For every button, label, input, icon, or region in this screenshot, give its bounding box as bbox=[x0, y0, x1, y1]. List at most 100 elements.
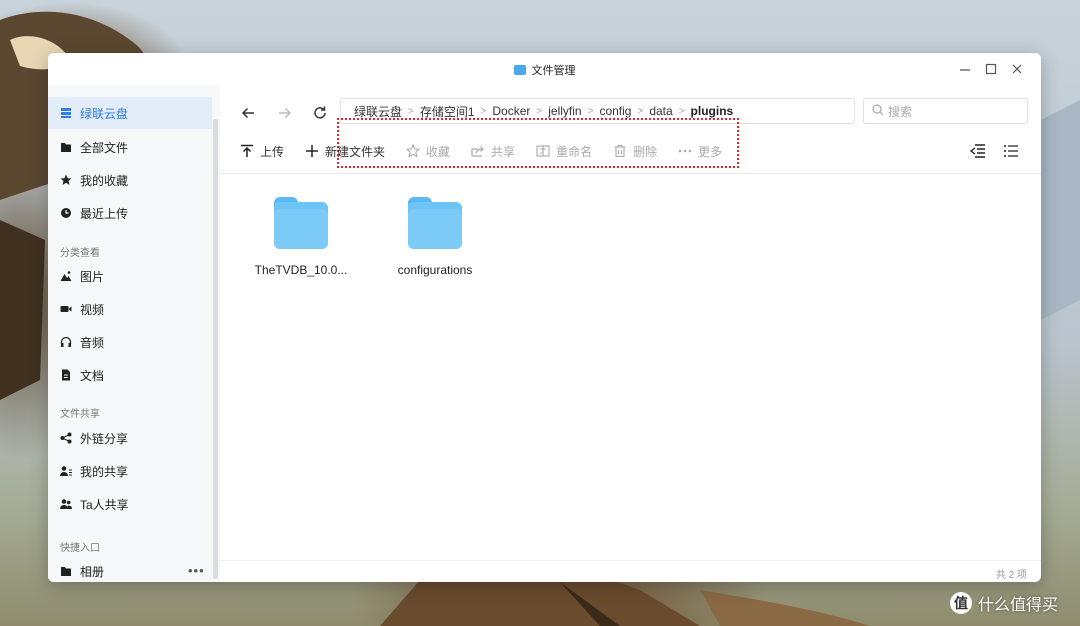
folder-item[interactable]: TheTVDB_10.0... bbox=[246, 197, 356, 277]
sidebar-item-label: 我的收藏 bbox=[80, 173, 129, 188]
title-bar: 文件管理 bbox=[48, 53, 1041, 85]
document-icon bbox=[60, 369, 72, 381]
star-outline-icon bbox=[406, 144, 421, 158]
delete-button[interactable]: 删除 bbox=[613, 143, 657, 160]
delete-label: 删除 bbox=[633, 144, 658, 159]
sort-icon bbox=[970, 144, 985, 158]
sidebar-item-album[interactable]: 相册 bbox=[48, 555, 212, 582]
headphones-icon bbox=[60, 336, 72, 348]
watermark: 值 什么值得买 bbox=[950, 591, 1058, 615]
breadcrumb-item[interactable]: Docker bbox=[492, 104, 530, 118]
share-icon bbox=[60, 432, 72, 444]
list-view-button[interactable] bbox=[1001, 141, 1021, 161]
sidebar-item-label: 绿联云盘 bbox=[80, 106, 129, 121]
favorite-button[interactable]: 收藏 bbox=[406, 143, 450, 160]
sidebar-item-label: 外链分享 bbox=[80, 431, 129, 446]
share-outline-icon bbox=[471, 144, 485, 158]
chevron-right-icon: > bbox=[587, 105, 594, 117]
sidebar-item-link-share[interactable]: 外链分享 bbox=[48, 422, 212, 454]
status-bar: 共 2 项 bbox=[220, 560, 1041, 582]
sidebar-item-label: 音频 bbox=[80, 335, 105, 350]
sidebar-item-label: 最近上传 bbox=[80, 206, 129, 221]
search-placeholder: 搜索 bbox=[888, 104, 913, 119]
image-icon bbox=[60, 270, 72, 282]
sort-button[interactable] bbox=[968, 141, 988, 161]
rename-icon bbox=[536, 144, 550, 158]
sidebar-item-label: Ta人共享 bbox=[80, 497, 129, 512]
share-label: 共享 bbox=[491, 144, 516, 159]
window-title: 文件管理 bbox=[48, 62, 1041, 78]
sidebar-item-cloud-disk[interactable]: 绿联云盘 bbox=[48, 97, 212, 129]
sidebar-item-favorites[interactable]: 我的收藏 bbox=[48, 164, 212, 196]
folder-app-icon bbox=[513, 65, 526, 75]
list-icon bbox=[1004, 145, 1018, 157]
more-button[interactable]: 更多 bbox=[678, 143, 722, 160]
clock-icon bbox=[60, 207, 72, 219]
star-icon bbox=[60, 174, 72, 186]
window-title-text: 文件管理 bbox=[531, 65, 576, 77]
section-category-heading: 分类查看 bbox=[60, 248, 100, 259]
breadcrumb-item[interactable]: jellyfin bbox=[548, 104, 581, 118]
breadcrumb-current[interactable]: plugins bbox=[691, 104, 734, 118]
sidebar-item-label: 图片 bbox=[80, 269, 105, 284]
upload-icon bbox=[240, 144, 254, 158]
section-share-heading: 文件共享 bbox=[60, 409, 100, 420]
maximize-icon bbox=[985, 63, 997, 75]
sidebar-item-others-share[interactable]: Ta人共享 bbox=[48, 488, 212, 520]
new-folder-button[interactable]: 新建文件夹 bbox=[305, 143, 385, 160]
cloud-disk-icon bbox=[60, 107, 72, 119]
sidebar-scrollbar[interactable] bbox=[213, 119, 218, 579]
arrow-right-icon bbox=[279, 107, 292, 119]
forward-button[interactable] bbox=[274, 102, 296, 124]
sidebar-item-label: 我的共享 bbox=[80, 464, 129, 479]
chevron-right-icon: > bbox=[637, 105, 644, 117]
arrow-left-icon bbox=[241, 107, 254, 119]
share-button[interactable]: 共享 bbox=[471, 143, 515, 160]
close-icon bbox=[1012, 64, 1022, 74]
new-folder-label: 新建文件夹 bbox=[325, 144, 386, 159]
refresh-button[interactable] bbox=[309, 102, 331, 124]
folder-icon bbox=[408, 197, 462, 251]
upload-button[interactable]: 上传 bbox=[240, 143, 284, 160]
chevron-right-icon: > bbox=[536, 105, 543, 117]
favorite-label: 收藏 bbox=[426, 144, 451, 159]
toolbar: 上传 新建文件夹 收藏 共享 重命名 删除 更多 bbox=[240, 141, 743, 161]
plus-icon bbox=[305, 144, 319, 158]
breadcrumb-item[interactable]: data bbox=[649, 104, 672, 118]
sidebar-item-audio[interactable]: 音频 bbox=[48, 326, 212, 358]
item-count: 共 2 项 bbox=[995, 570, 1027, 581]
rename-button[interactable]: 重命名 bbox=[536, 143, 592, 160]
sidebar-item-label: 文档 bbox=[80, 368, 105, 383]
folder-name: TheTVDB_10.0... bbox=[254, 263, 348, 277]
folder-name: configurations bbox=[397, 263, 473, 277]
sidebar-item-images[interactable]: 图片 bbox=[48, 260, 212, 292]
sidebar-item-all-files[interactable]: 全部文件 bbox=[48, 131, 212, 163]
search-input[interactable]: 搜索 bbox=[863, 98, 1028, 124]
breadcrumb-item[interactable]: 绿联云盘 bbox=[354, 103, 402, 120]
more-label: 更多 bbox=[698, 144, 723, 159]
folder-icon bbox=[60, 141, 72, 153]
maximize-button[interactable] bbox=[980, 59, 1002, 79]
search-icon bbox=[872, 103, 884, 119]
users-icon bbox=[60, 498, 72, 510]
sidebar-item-documents[interactable]: 文档 bbox=[48, 359, 212, 391]
close-button[interactable] bbox=[1006, 59, 1028, 79]
minimize-button[interactable] bbox=[954, 59, 976, 79]
folder-item[interactable]: configurations bbox=[380, 197, 490, 277]
refresh-icon bbox=[314, 106, 326, 119]
sidebar-item-videos[interactable]: 视频 bbox=[48, 293, 212, 325]
rename-label: 重命名 bbox=[556, 144, 593, 159]
sidebar-item-label: 全部文件 bbox=[80, 140, 129, 155]
section-quick-heading: 快捷入口 bbox=[60, 543, 100, 554]
breadcrumb-item[interactable]: config bbox=[599, 104, 631, 118]
breadcrumb-item[interactable]: 存储空间1 bbox=[420, 103, 475, 120]
sidebar-item-my-share[interactable]: 我的共享 bbox=[48, 455, 212, 487]
sidebar: 绿联云盘 全部文件 我的收藏 最近上传 分类查看 图片 视频 音频 文档 文件共… bbox=[48, 85, 220, 582]
main-panel: 绿联云盘 > 存储空间1 > Docker > jellyfin > config > d… bbox=[220, 85, 1041, 582]
trash-icon bbox=[613, 144, 627, 158]
back-button[interactable] bbox=[237, 102, 259, 124]
sidebar-item-recent[interactable]: 最近上传 bbox=[48, 197, 212, 229]
smzdm-logo-icon: 值 bbox=[950, 592, 972, 614]
minimize-icon bbox=[960, 69, 970, 71]
video-icon bbox=[60, 303, 72, 315]
